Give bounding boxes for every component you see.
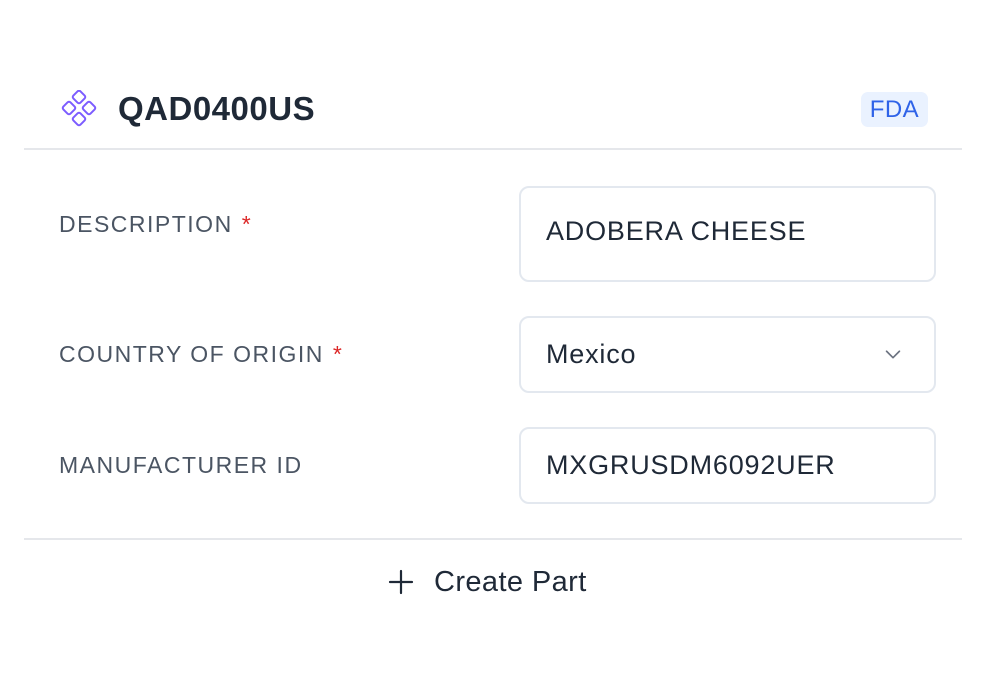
regulatory-badge: FDA	[860, 92, 928, 127]
required-mark: *	[332, 341, 342, 367]
card-footer: Create Part	[24, 538, 962, 612]
description-value: ADOBERA CHEESE	[546, 216, 807, 246]
plus-icon	[388, 569, 414, 595]
manufacturer-id-field[interactable]: MXGRUSDM6092UER	[519, 427, 936, 504]
description-field[interactable]: ADOBERA CHEESE	[519, 186, 936, 282]
diamond-cluster-icon	[61, 90, 97, 127]
part-code: QAD0400US	[118, 90, 316, 127]
country-of-origin-label: COUNTRY OF ORIGIN *	[59, 339, 342, 369]
part-card: QAD0400US FDA DESCRIPTION * ADOBERA CHEES…	[24, 70, 962, 612]
chevron-down-icon	[885, 350, 901, 359]
description-label-text: DESCRIPTION	[59, 211, 233, 237]
country-of-origin-value: Mexico	[546, 339, 637, 369]
description-label: DESCRIPTION *	[59, 209, 251, 239]
country-of-origin-select[interactable]: Mexico	[519, 316, 936, 393]
manufacturer-id-value: MXGRUSDM6092UER	[546, 450, 836, 480]
manufacturer-id-label: MANUFACTURER ID	[59, 452, 303, 478]
create-part-label: Create Part	[434, 566, 587, 598]
country-of-origin-label-text: COUNTRY OF ORIGIN	[59, 341, 324, 367]
create-part-button[interactable]: Create Part	[388, 562, 587, 602]
part-header: QAD0400US FDA	[24, 70, 962, 150]
required-mark: *	[241, 211, 251, 237]
